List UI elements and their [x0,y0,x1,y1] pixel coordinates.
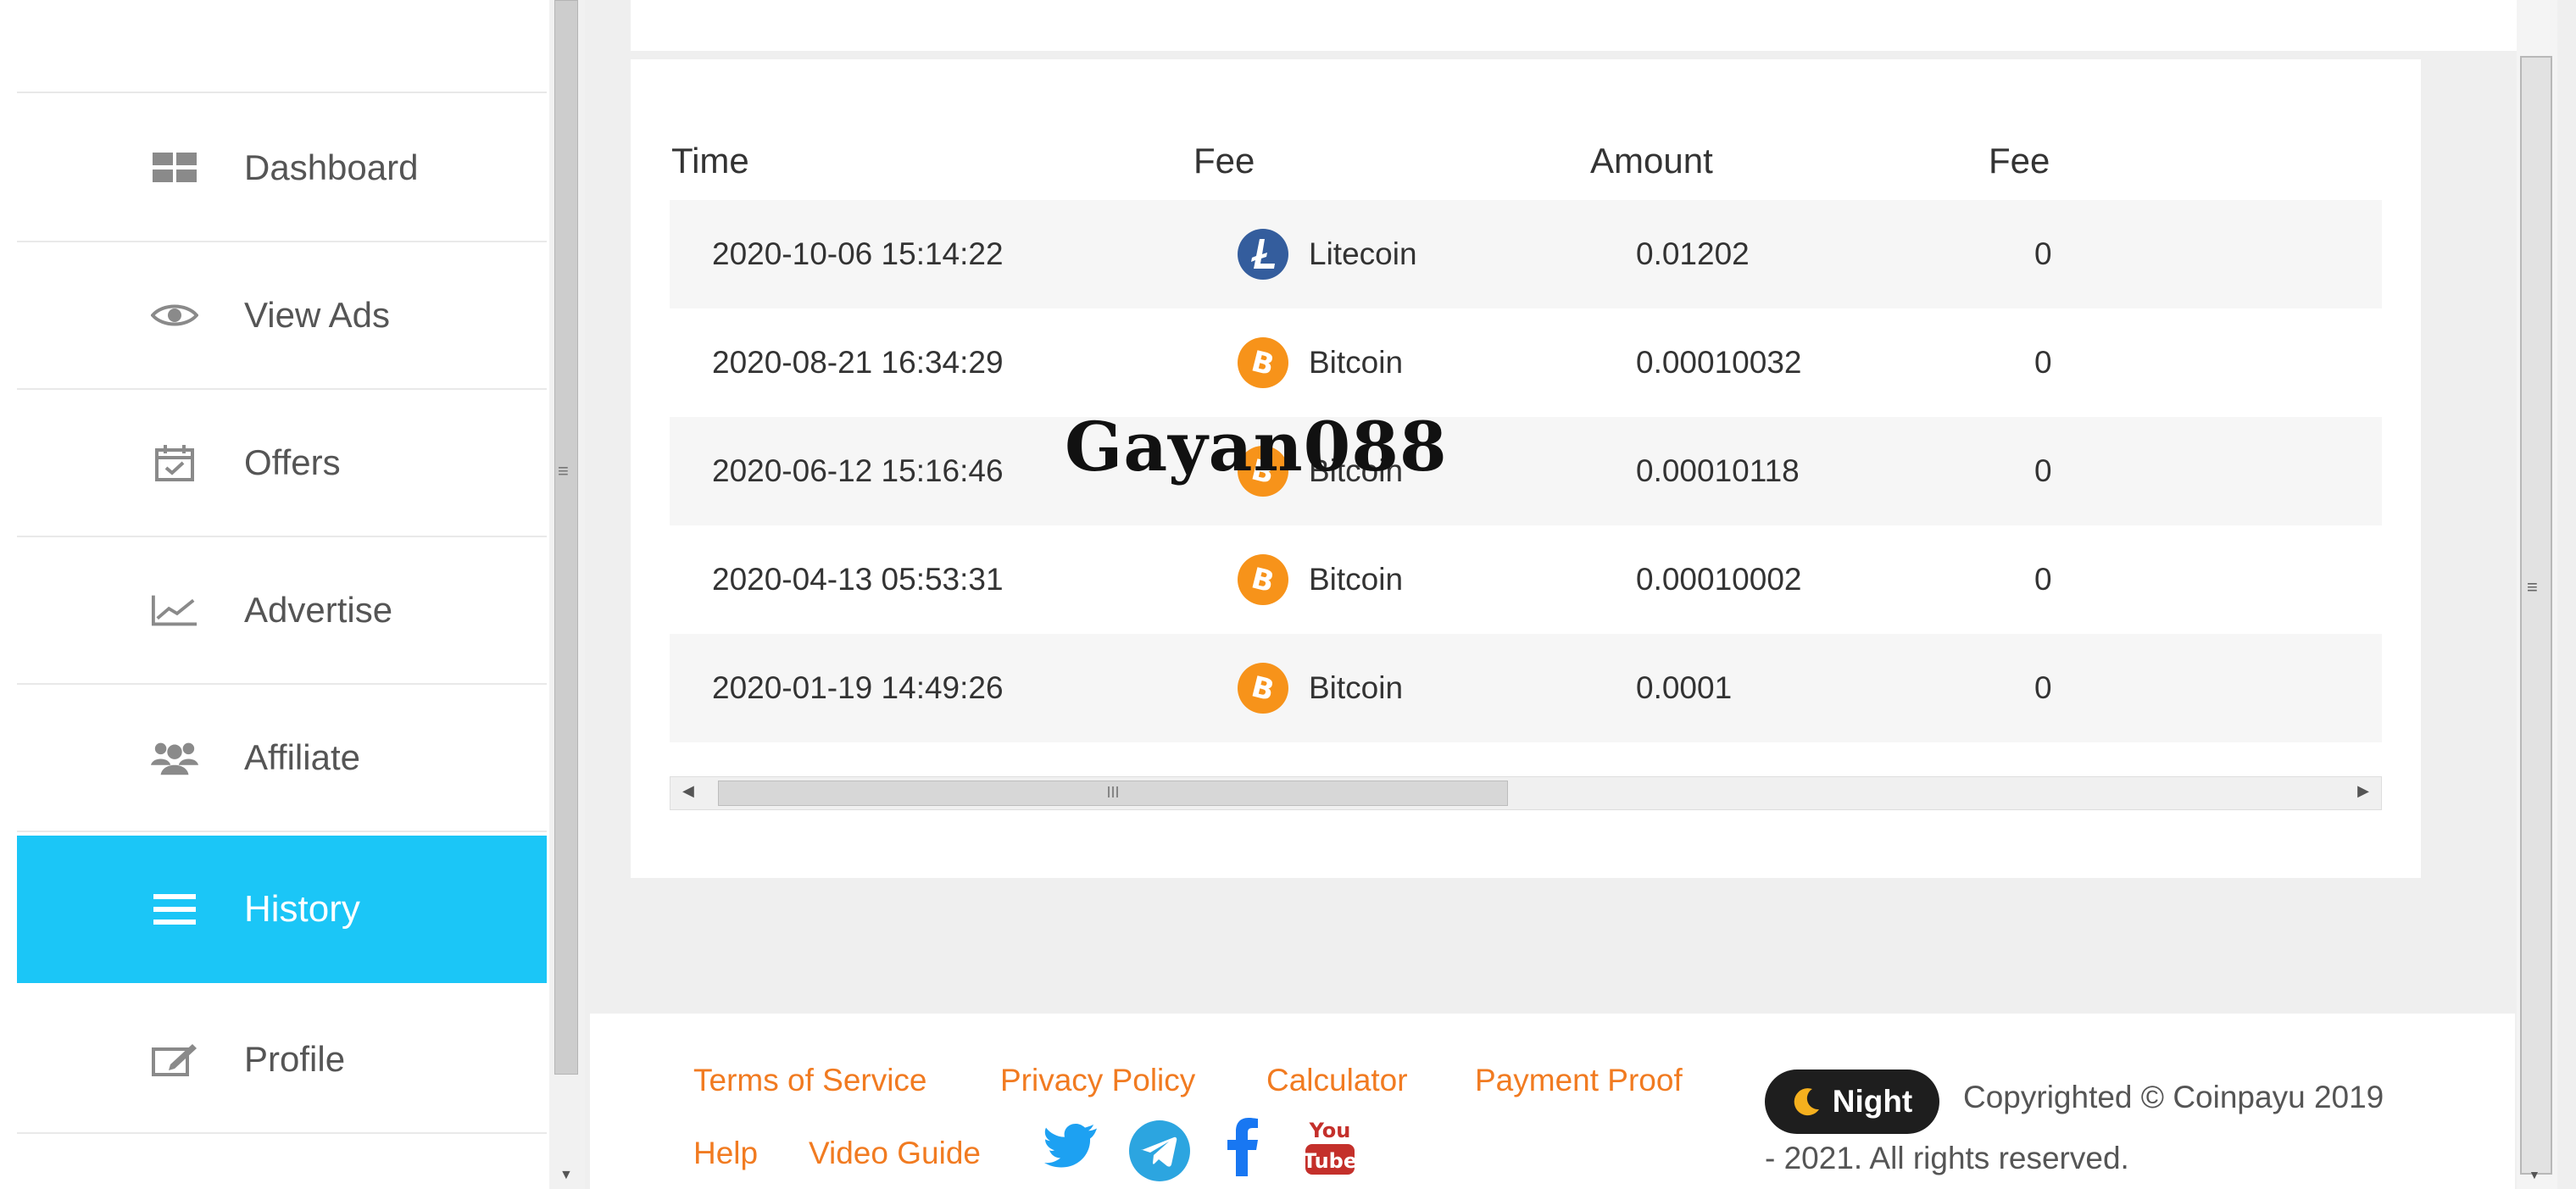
cell-amount: 0.00010032 [1636,345,1802,380]
cell-fee: 0 [2034,670,2052,705]
cell-time: 2020-10-06 15:14:22 [712,236,1004,271]
page-scrollbar-thumb[interactable] [2520,56,2552,1175]
sidebar-item-label: History [244,888,360,930]
footer: Terms of Service Privacy Policy Calculat… [590,1014,2515,1189]
sidebar-item-dashboard[interactable]: Dashboard [17,95,547,242]
sidebar-item-label: Profile [244,1039,346,1079]
cell-fee: 0 [2034,453,2052,488]
sidebar-item-advertise[interactable]: Advertise [17,537,547,685]
scroll-down-arrow-icon[interactable]: ▼ [2529,1168,2540,1181]
litecoin-icon [1238,229,1288,280]
sidebar-divider [17,92,547,93]
youtube-icon[interactable]: You Tube [1303,1112,1357,1181]
cell-time: 2020-08-21 16:34:29 [712,345,1004,380]
scroll-down-arrow-icon[interactable]: ▼ [559,1168,573,1183]
cell-time: 2020-06-12 15:16:46 [712,453,1004,488]
cell-fee: 0 [2034,345,2052,380]
bitcoin-icon: B [1238,663,1288,714]
cell-amount: 0.01202 [1636,236,1750,271]
top-card [631,0,2518,51]
sidebar-scrollbar-thumb[interactable] [554,0,578,1075]
table-scrollbar-thumb[interactable]: III [718,781,1508,806]
sidebar-item-label: Offers [244,442,341,482]
scroll-right-arrow-icon[interactable]: ▶ [2357,782,2369,800]
sidebar-item-profile[interactable]: Profile [17,986,547,1134]
sidebar-item-offers[interactable]: Offers [17,390,547,537]
footer-link-video-guide[interactable]: Video Guide [809,1136,981,1171]
svg-text:You: You [1309,1119,1351,1142]
telegram-icon[interactable] [1129,1120,1190,1186]
table-header: Time Fee Amount Fee [671,119,2384,203]
column-header-amount[interactable]: Amount [1590,119,1713,203]
moon-icon [1794,1088,1819,1116]
page-scrollbar[interactable]: ≡ ▼ [2517,0,2557,1189]
cell-amount: 0.0001 [1636,670,1733,705]
cell-coin: B Bitcoin [1238,337,1403,388]
eye-icon [151,295,198,336]
copyright-text: Copyrighted © Coinpayu 2019 [1963,1080,2384,1114]
sidebar-item-label: Advertise [244,590,393,630]
edit-icon [151,1039,198,1080]
grip-icon: ≡ [558,460,569,481]
grip-icon: ≡ [2527,576,2538,597]
bitcoin-icon: B [1238,554,1288,605]
bitcoin-icon: B [1238,337,1288,388]
sidebar-item-affiliate[interactable]: Affiliate [17,685,547,832]
cell-coin: Litecoin [1238,229,1417,280]
sidebar-item-label: Affiliate [244,737,360,777]
history-table-card: Time Fee Amount Fee 2020-10-06 15:14:22 … [631,59,2421,878]
sidebar-item-history[interactable]: History [17,836,547,983]
sidebar-scrollbar[interactable]: ≡ ▼ [549,0,585,1189]
scroll-left-arrow-icon[interactable]: ◀ [682,782,694,800]
chart-line-icon [151,590,198,631]
table-row: 2020-01-19 14:49:26 B Bitcoin 0.0001 0 [670,634,2382,742]
cell-amount: 0.00010118 [1636,453,1800,488]
facebook-icon[interactable] [1226,1117,1260,1181]
sidebar-item-view-ads[interactable]: View Ads [17,242,547,390]
table-row: 2020-10-06 15:14:22 Litecoin 0.01202 0 [670,200,2382,308]
watermark-text: Gayan088 [1065,407,1448,486]
dashboard-grid-icon [151,147,198,188]
footer-link-privacy[interactable]: Privacy Policy [1000,1063,1195,1098]
night-mode-toggle[interactable]: Night [1765,1070,1939,1134]
cell-amount: 0.00010002 [1636,562,1802,597]
cell-coin: B Bitcoin [1238,663,1403,714]
night-mode-label: Night [1832,1084,1913,1119]
column-header-time[interactable]: Time [671,119,749,203]
table-row: 2020-04-13 05:53:31 B Bitcoin 0.00010002… [670,525,2382,634]
cell-time: 2020-01-19 14:49:26 [712,670,1004,705]
copyright-text-continued: - 2021. All rights reserved. [1765,1141,2129,1175]
column-header-coin[interactable]: Fee [1193,119,1255,203]
cell-coin: B Bitcoin [1238,554,1403,605]
twitter-icon[interactable] [1044,1124,1099,1174]
sidebar-item-label: View Ads [244,295,390,335]
cell-time: 2020-04-13 05:53:31 [712,562,1004,597]
sidebar: Dashboard View Ads Offers Advertise Affi… [0,0,549,1189]
calendar-check-icon [151,442,198,483]
svg-text:Tube: Tube [1304,1149,1356,1173]
users-icon [151,737,198,778]
table-row: 2020-08-21 16:34:29 B Bitcoin 0.00010032… [670,308,2382,417]
footer-link-terms[interactable]: Terms of Service [693,1063,927,1098]
column-header-fee[interactable]: Fee [1989,119,2050,203]
footer-link-help[interactable]: Help [693,1136,758,1171]
cell-fee: 0 [2034,236,2052,271]
cell-fee: 0 [2034,562,2052,597]
footer-link-calculator[interactable]: Calculator [1266,1063,1408,1098]
list-icon [151,889,198,930]
footer-link-payment-proof[interactable]: Payment Proof [1475,1063,1683,1098]
sidebar-item-label: Dashboard [244,147,419,187]
table-row: 2020-06-12 15:16:46 B Bitcoin 0.00010118… [670,417,2382,525]
table-horizontal-scrollbar[interactable]: ◀ III ▶ [670,776,2382,810]
